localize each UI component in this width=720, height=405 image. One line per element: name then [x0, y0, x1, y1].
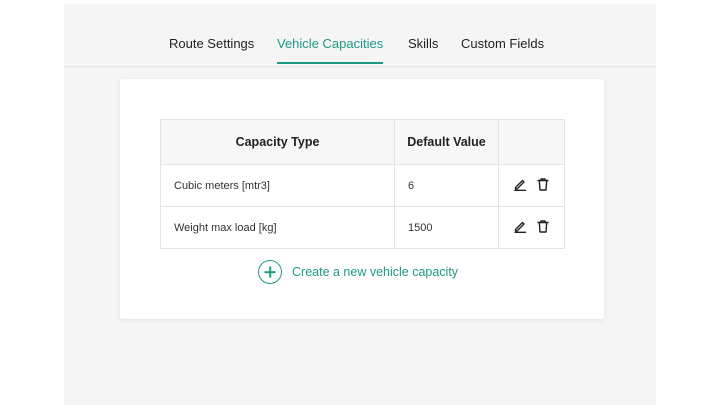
table-row: Weight max load [kg] 1500: [160, 206, 565, 249]
create-capacity-label: Create a new vehicle capacity: [292, 265, 459, 279]
settings-page: Route Settings Vehicle Capacities Skills…: [64, 4, 656, 405]
capacities-card: Capacity Type Default Value Cubic meters…: [120, 79, 604, 319]
column-header-default-value: Default Value: [394, 119, 499, 165]
capacities-table: Capacity Type Default Value Cubic meters…: [160, 119, 565, 249]
tab-custom-fields[interactable]: Custom Fields: [461, 36, 544, 51]
create-capacity-button[interactable]: Create a new vehicle capacity: [258, 259, 458, 285]
table-row: Cubic meters [mtr3] 6: [160, 164, 565, 207]
pencil-icon[interactable]: [513, 219, 527, 236]
trash-icon[interactable]: [536, 219, 550, 236]
tab-bar: Route Settings Vehicle Capacities Skills…: [64, 4, 656, 67]
row-actions: [498, 164, 565, 207]
capacity-type-cell: Weight max load [kg]: [160, 206, 395, 249]
plus-circle-icon: [258, 260, 282, 284]
column-header-actions: [498, 119, 565, 165]
tab-route-settings[interactable]: Route Settings: [169, 36, 254, 51]
default-value-cell: 6: [394, 164, 499, 207]
default-value-cell: 1500: [394, 206, 499, 249]
trash-icon[interactable]: [536, 177, 550, 194]
capacity-type-cell: Cubic meters [mtr3]: [160, 164, 395, 207]
table-header-row: Capacity Type Default Value: [160, 119, 565, 165]
tab-skills[interactable]: Skills: [408, 36, 438, 51]
column-header-capacity-type: Capacity Type: [160, 119, 395, 165]
row-actions: [498, 206, 565, 249]
tab-vehicle-capacities[interactable]: Vehicle Capacities: [277, 36, 383, 51]
pencil-icon[interactable]: [513, 177, 527, 194]
active-tab-indicator: [277, 62, 383, 64]
